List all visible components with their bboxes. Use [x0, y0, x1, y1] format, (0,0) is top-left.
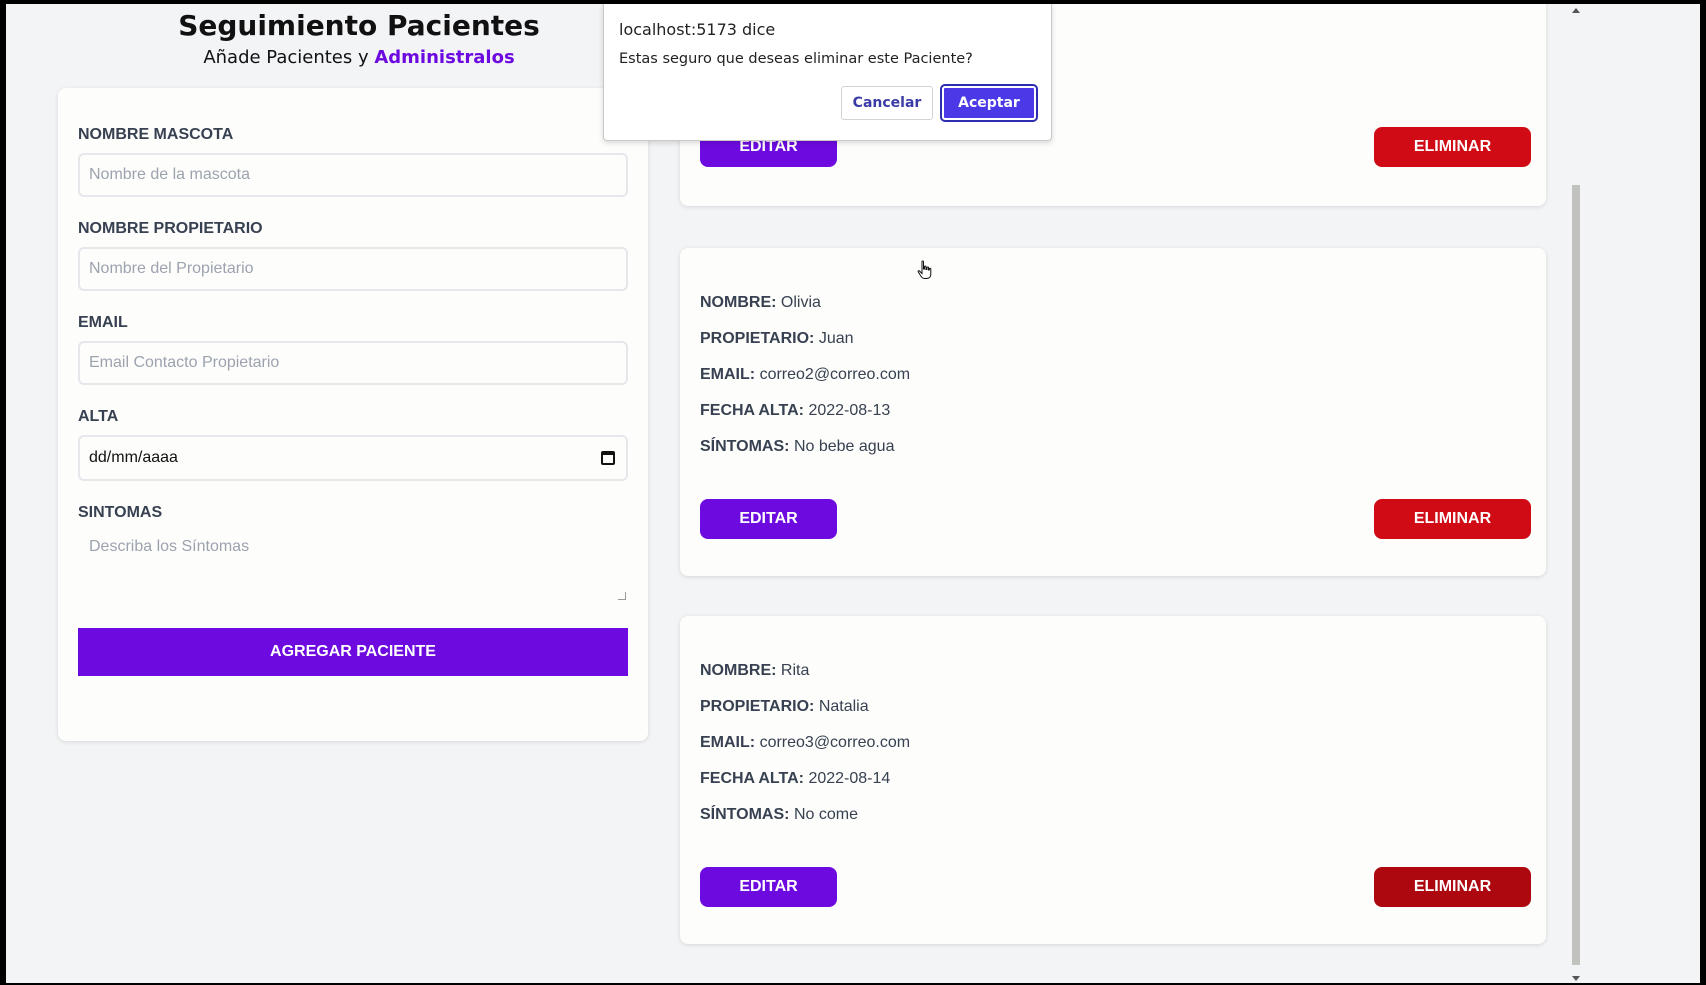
email-label: Email: [78, 314, 128, 331]
edit-button[interactable]: Editar: [700, 867, 837, 907]
date-input-value: dd/mm/aaaa: [89, 449, 178, 466]
patient-name-row: NOMBRE: Rita: [700, 662, 809, 680]
patient-owner-row: PROPIETARIO: Juan: [700, 330, 854, 348]
symptoms-label: Sintomas: [78, 504, 163, 521]
patient-name: Olivia: [780, 294, 821, 311]
page: Seguimiento Pacientes Añade Pacientes y …: [6, 4, 1700, 983]
patient-symptoms: No come: [793, 806, 858, 823]
name-label: NOMBRE:: [700, 294, 777, 311]
owner-name-label: Nombre Propietario: [78, 220, 263, 237]
patient-name: Rita: [780, 662, 810, 679]
hand-pointer-icon: [917, 260, 932, 279]
date-label: FECHA ALTA:: [700, 402, 804, 419]
delete-button[interactable]: Eliminar: [1374, 867, 1531, 907]
symptoms-textarea[interactable]: [78, 528, 628, 602]
patient-symptoms: No bebe agua: [793, 438, 895, 455]
patient-email: correo2@correo.com: [759, 366, 911, 383]
patient-owner: Juan: [818, 330, 854, 347]
patient-symptoms-row: SÍNTOMAS: No bebe agua: [700, 438, 894, 456]
dialog-message: Estas seguro que deseas eliminar este Pa…: [619, 51, 973, 67]
scroll-up-arrow-icon[interactable]: [1572, 8, 1580, 13]
symptoms-label: SÍNTOMAS:: [700, 438, 790, 455]
scrollbar-thumb[interactable]: [1572, 185, 1580, 965]
page-title: Seguimiento Pacientes: [178, 9, 540, 42]
subtitle: Añade Pacientes y Administralos: [64, 46, 654, 70]
cancel-button[interactable]: Cancelar: [841, 86, 933, 120]
header: Seguimiento Pacientes Añade Pacientes y …: [64, 4, 654, 70]
dialog-origin: localhost:5173 dice: [619, 20, 776, 39]
patient-date-row: FECHA ALTA: 2022-08-14: [700, 770, 890, 788]
patient-email-row: EMAIL: correo3@correo.com: [700, 734, 910, 752]
scroll-down-arrow-icon[interactable]: [1572, 976, 1580, 981]
patient-name-row: NOMBRE: Olivia: [700, 294, 821, 312]
edit-button[interactable]: Editar: [700, 499, 837, 539]
patient-symptoms-row: SÍNTOMAS: No come: [700, 806, 858, 824]
patient-email-row: EMAIL: correo2@correo.com: [700, 366, 910, 384]
patient-form: Nombre Mascota Nombre Propietario Email …: [58, 88, 648, 741]
owner-name-input[interactable]: [78, 247, 628, 291]
pet-name-label: Nombre Mascota: [78, 126, 234, 143]
patient-date: 2022-08-13: [808, 402, 891, 419]
patient-card: NOMBRE: Rita PROPIETARIO: Natalia EMAIL:…: [680, 616, 1546, 944]
email-label: EMAIL:: [700, 734, 756, 751]
email-input[interactable]: [78, 341, 628, 385]
date-label: Alta: [78, 408, 119, 425]
scrollbar[interactable]: [1569, 4, 1583, 983]
subtitle-accent: Administralos: [374, 47, 515, 68]
add-patient-button[interactable]: Agregar Paciente: [78, 628, 628, 676]
resize-handle-icon[interactable]: [618, 592, 626, 600]
date-label: FECHA ALTA:: [700, 770, 804, 787]
patient-owner: Natalia: [818, 698, 869, 715]
patient-card: NOMBRE: Olivia PROPIETARIO: Juan EMAIL: …: [680, 248, 1546, 576]
patient-date: 2022-08-14: [808, 770, 891, 787]
delete-button[interactable]: Eliminar: [1374, 127, 1531, 167]
pet-name-input[interactable]: [78, 153, 628, 197]
symptoms-label: SÍNTOMAS:: [700, 806, 790, 823]
accept-button[interactable]: Aceptar: [940, 84, 1038, 122]
delete-button[interactable]: Eliminar: [1374, 499, 1531, 539]
date-input[interactable]: dd/mm/aaaa: [78, 435, 628, 481]
confirm-dialog: localhost:5173 dice Estas seguro que des…: [603, 4, 1052, 141]
symptoms-wrapper: [78, 528, 628, 602]
email-label: EMAIL:: [700, 366, 756, 383]
subtitle-prefix: Añade Pacientes y: [203, 47, 375, 68]
owner-label: PROPIETARIO:: [700, 330, 815, 347]
calendar-icon[interactable]: [601, 451, 615, 465]
patient-owner-row: PROPIETARIO: Natalia: [700, 698, 869, 716]
patient-email: correo3@correo.com: [759, 734, 911, 751]
owner-label: PROPIETARIO:: [700, 698, 815, 715]
name-label: NOMBRE:: [700, 662, 777, 679]
patient-date-row: FECHA ALTA: 2022-08-13: [700, 402, 890, 420]
